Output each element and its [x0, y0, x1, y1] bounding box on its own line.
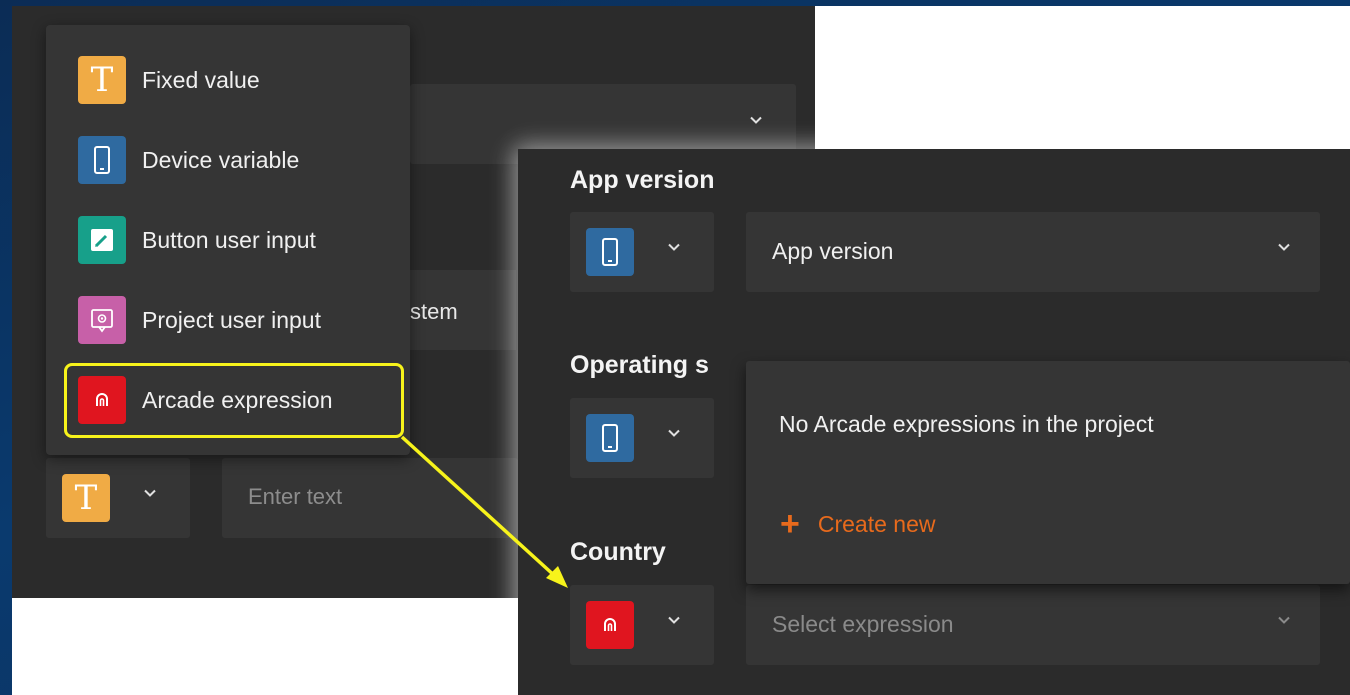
- phone-icon: [78, 136, 126, 184]
- menu-item-fixed-value[interactable]: T Fixed value: [46, 25, 410, 105]
- chevron-down-icon: [666, 239, 682, 260]
- plus-icon: +: [780, 505, 800, 543]
- fixed-value-picker[interactable]: T: [46, 458, 190, 538]
- chevron-down-icon: [748, 112, 764, 133]
- menu-item-label: Project user input: [142, 307, 321, 333]
- white-area-top-right: [815, 6, 1350, 149]
- chevron-down-icon: [142, 485, 158, 506]
- arcade-icon: [586, 601, 634, 649]
- pencil-icon: [78, 216, 126, 264]
- create-new-button[interactable]: + Create new: [780, 507, 935, 541]
- phone-icon: [586, 414, 634, 462]
- phone-icon: [586, 228, 634, 276]
- country-source-picker[interactable]: [570, 585, 714, 665]
- arcade-expressions-dropdown: No Arcade expressions in the project + C…: [746, 361, 1350, 584]
- menu-item-device-variable[interactable]: Device variable: [46, 105, 410, 185]
- app-version-source-picker[interactable]: [570, 212, 714, 292]
- country-label: Country: [570, 538, 666, 566]
- menu-item-label: Fixed value: [142, 67, 260, 93]
- chevron-down-icon: [1276, 239, 1292, 260]
- chevron-down-icon: [1276, 612, 1292, 633]
- menu-item-label: Device variable: [142, 147, 300, 173]
- create-new-label: Create new: [817, 510, 936, 537]
- country-expression-select[interactable]: Select expression: [746, 585, 1320, 665]
- background-field-text: stem: [410, 299, 458, 324]
- menu-item-button-user-input[interactable]: Button user input: [46, 185, 410, 265]
- app-version-label: App version: [570, 166, 715, 194]
- operating-system-source-picker[interactable]: [570, 398, 714, 478]
- app-version-select[interactable]: App version: [746, 212, 1320, 292]
- select-expression-placeholder: Select expression: [772, 611, 954, 637]
- gear-screen-icon: [78, 296, 126, 344]
- chevron-down-icon: [666, 425, 682, 446]
- text-T-icon: T: [78, 56, 126, 104]
- highlight-annotation-box: [64, 363, 404, 438]
- enter-text-input[interactable]: Enter text: [222, 458, 518, 538]
- app-version-value: App version: [772, 238, 894, 264]
- white-area-bottom-left: [12, 598, 518, 695]
- operating-system-label: Operating s: [570, 351, 709, 379]
- enter-text-placeholder: Enter text: [248, 484, 343, 509]
- chevron-down-icon: [666, 612, 682, 633]
- empty-state-message: No Arcade expressions in the project: [779, 411, 1154, 437]
- text-T-icon: T: [62, 474, 110, 522]
- menu-item-label: Button user input: [142, 227, 316, 253]
- menu-item-project-user-input[interactable]: Project user input: [46, 265, 410, 345]
